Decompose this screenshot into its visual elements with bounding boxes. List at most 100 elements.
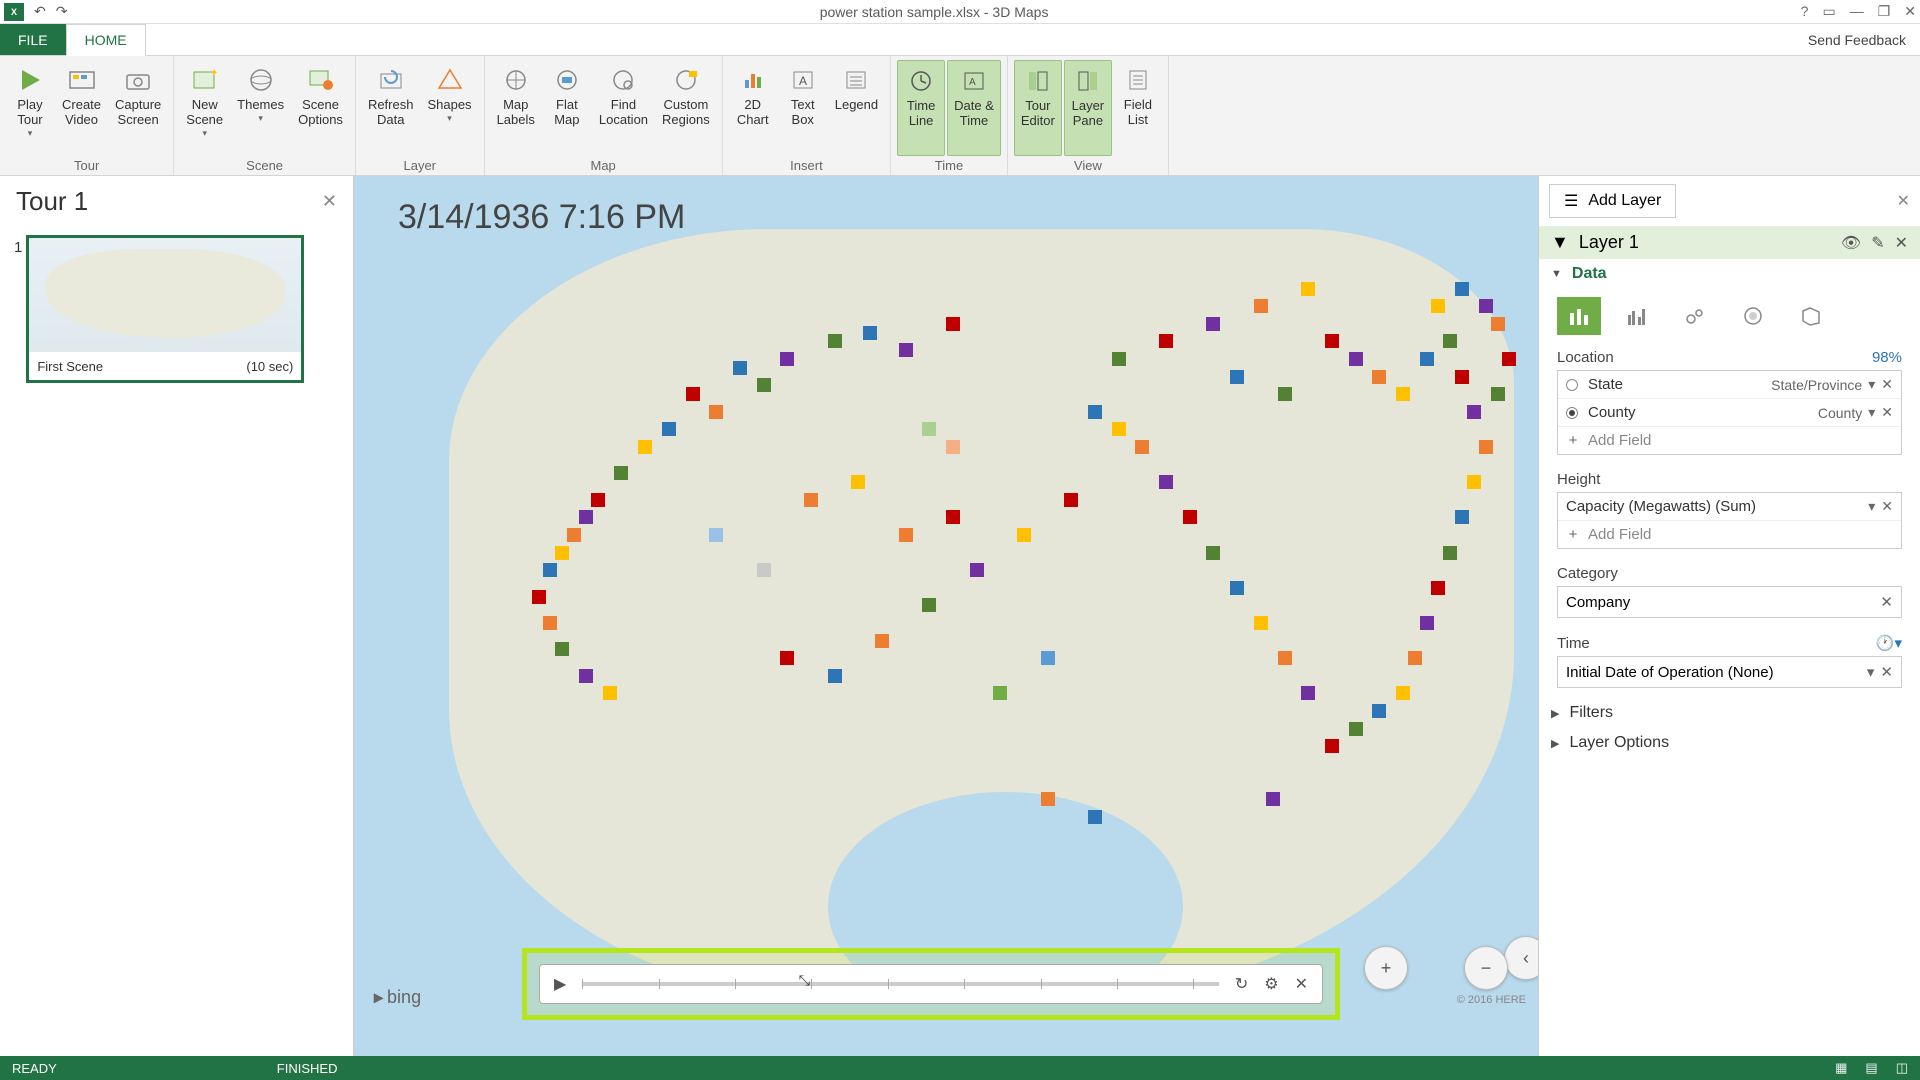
data-point[interactable] [1206,546,1220,560]
location-row-county[interactable]: County County ▾ ✕ [1558,399,1901,427]
undo-icon[interactable]: ↶ [34,3,46,20]
data-point[interactable] [543,616,557,630]
data-point[interactable] [1420,616,1434,630]
data-point[interactable] [899,343,913,357]
shapes-button[interactable]: Shapes▾ [421,60,477,156]
data-point[interactable] [946,440,960,454]
data-point[interactable] [1396,387,1410,401]
data-point[interactable] [757,378,771,392]
data-point[interactable] [1301,686,1315,700]
data-point[interactable] [1266,792,1280,806]
map-canvas[interactable]: 3/14/1936 7:16 PM ▸bing © 2016 HERE ˄ ‹ … [354,176,1538,1056]
tab-file[interactable]: FILE [0,24,66,55]
time-settings-icon[interactable]: 🕐▾ [1876,634,1902,652]
data-point[interactable] [1278,651,1292,665]
remove-field-icon[interactable]: ✕ [1881,498,1893,515]
data-point[interactable] [1325,739,1339,753]
date-time-button[interactable]: ADate & Time [947,60,1001,156]
data-point[interactable] [1254,299,1268,313]
remove-field-icon[interactable]: ✕ [1880,593,1893,611]
map-labels-button[interactable]: Map Labels [491,60,541,156]
data-point[interactable] [1502,352,1516,366]
time-field[interactable]: Initial Date of Operation (None) ▾ ✕ [1557,656,1902,688]
data-point[interactable] [828,334,842,348]
data-point[interactable] [1064,493,1078,507]
close-icon[interactable]: ✕ [1904,3,1916,20]
data-point[interactable] [1041,651,1055,665]
data-point[interactable] [804,493,818,507]
add-layer-button[interactable]: ☰ Add Layer [1549,184,1676,218]
data-point[interactable] [709,528,723,542]
remove-field-icon[interactable]: ✕ [1880,663,1893,681]
redo-icon[interactable]: ↷ [56,3,68,20]
timeline-loop-icon[interactable]: ↻ [1235,974,1248,994]
data-point[interactable] [780,352,794,366]
data-point[interactable] [828,669,842,683]
data-point[interactable] [591,493,605,507]
data-point[interactable] [1467,475,1481,489]
timeline-close-icon[interactable]: ✕ [1295,974,1308,994]
location-row-state[interactable]: State State/Province ▾ ✕ [1558,371,1901,399]
layer-pane-button[interactable]: Layer Pane [1064,60,1112,156]
data-point[interactable] [863,326,877,340]
data-point[interactable] [1455,282,1469,296]
data-point[interactable] [1230,370,1244,384]
data-point[interactable] [1254,616,1268,630]
tab-home[interactable]: HOME [66,24,146,56]
data-point[interactable] [1443,546,1457,560]
capture-screen-button[interactable]: Capture Screen [109,60,167,156]
data-point[interactable] [614,466,628,480]
data-point[interactable] [1431,299,1445,313]
section-data[interactable]: ▼Data [1539,259,1920,289]
data-point[interactable] [875,634,889,648]
data-point[interactable] [1396,686,1410,700]
text-box-button[interactable]: AText Box [779,60,827,156]
data-point[interactable] [1112,352,1126,366]
data-point[interactable] [1088,810,1102,824]
data-point[interactable] [922,598,936,612]
zoom-in-button[interactable]: + [1364,946,1408,990]
find-location-button[interactable]: Find Location [593,60,654,156]
data-point[interactable] [1349,352,1363,366]
send-feedback-link[interactable]: Send Feedback [1794,24,1920,55]
data-point[interactable] [1455,370,1469,384]
viz-stacked-column-icon[interactable] [1557,297,1601,335]
data-point[interactable] [1349,722,1363,736]
data-point[interactable] [993,686,1007,700]
zoom-out-button[interactable]: − [1464,946,1508,990]
radio-icon[interactable] [1566,379,1578,391]
scene-item[interactable]: 1 First Scene (10 sec) [14,235,339,383]
data-point[interactable] [1135,440,1149,454]
data-point[interactable] [543,563,557,577]
data-point[interactable] [1088,405,1102,419]
timeline-track[interactable]: ⤡ [582,982,1219,986]
viz-bubble-icon[interactable] [1673,297,1717,335]
data-point[interactable] [1455,510,1469,524]
legend-button[interactable]: Legend [829,60,884,156]
tour-editor-button[interactable]: Tour Editor [1014,60,1062,156]
data-point[interactable] [686,387,700,401]
delete-layer-icon[interactable]: ✕ [1895,233,1908,253]
collapse-icon[interactable]: ▼ [1551,232,1569,253]
data-point[interactable] [1301,282,1315,296]
data-point[interactable] [1325,334,1339,348]
data-point[interactable] [1420,352,1434,366]
rotate-left-button[interactable]: ‹ [1504,936,1538,980]
data-point[interactable] [970,563,984,577]
minimize-icon[interactable]: — [1850,3,1864,20]
remove-field-icon[interactable]: ✕ [1881,404,1893,421]
field-list-button[interactable]: Field List [1114,60,1162,156]
height-field[interactable]: Capacity (Megawatts) (Sum) ▾ ✕ [1558,493,1901,521]
tour-panel-close-icon[interactable]: ✕ [322,191,337,212]
time-line-button[interactable]: Time Line [897,60,945,156]
custom-regions-button[interactable]: Custom Regions [656,60,716,156]
help-icon[interactable]: ? [1801,3,1809,20]
viz-region-icon[interactable] [1789,297,1833,335]
height-add-field[interactable]: + Add Field [1558,521,1901,548]
data-point[interactable] [532,590,546,604]
timeline-play-icon[interactable]: ▶ [554,974,566,994]
data-point[interactable] [1183,510,1197,524]
data-point[interactable] [1041,792,1055,806]
play-tour-button[interactable]: Play Tour▾ [6,60,54,156]
layer-pane-close-icon[interactable]: ✕ [1897,191,1910,211]
